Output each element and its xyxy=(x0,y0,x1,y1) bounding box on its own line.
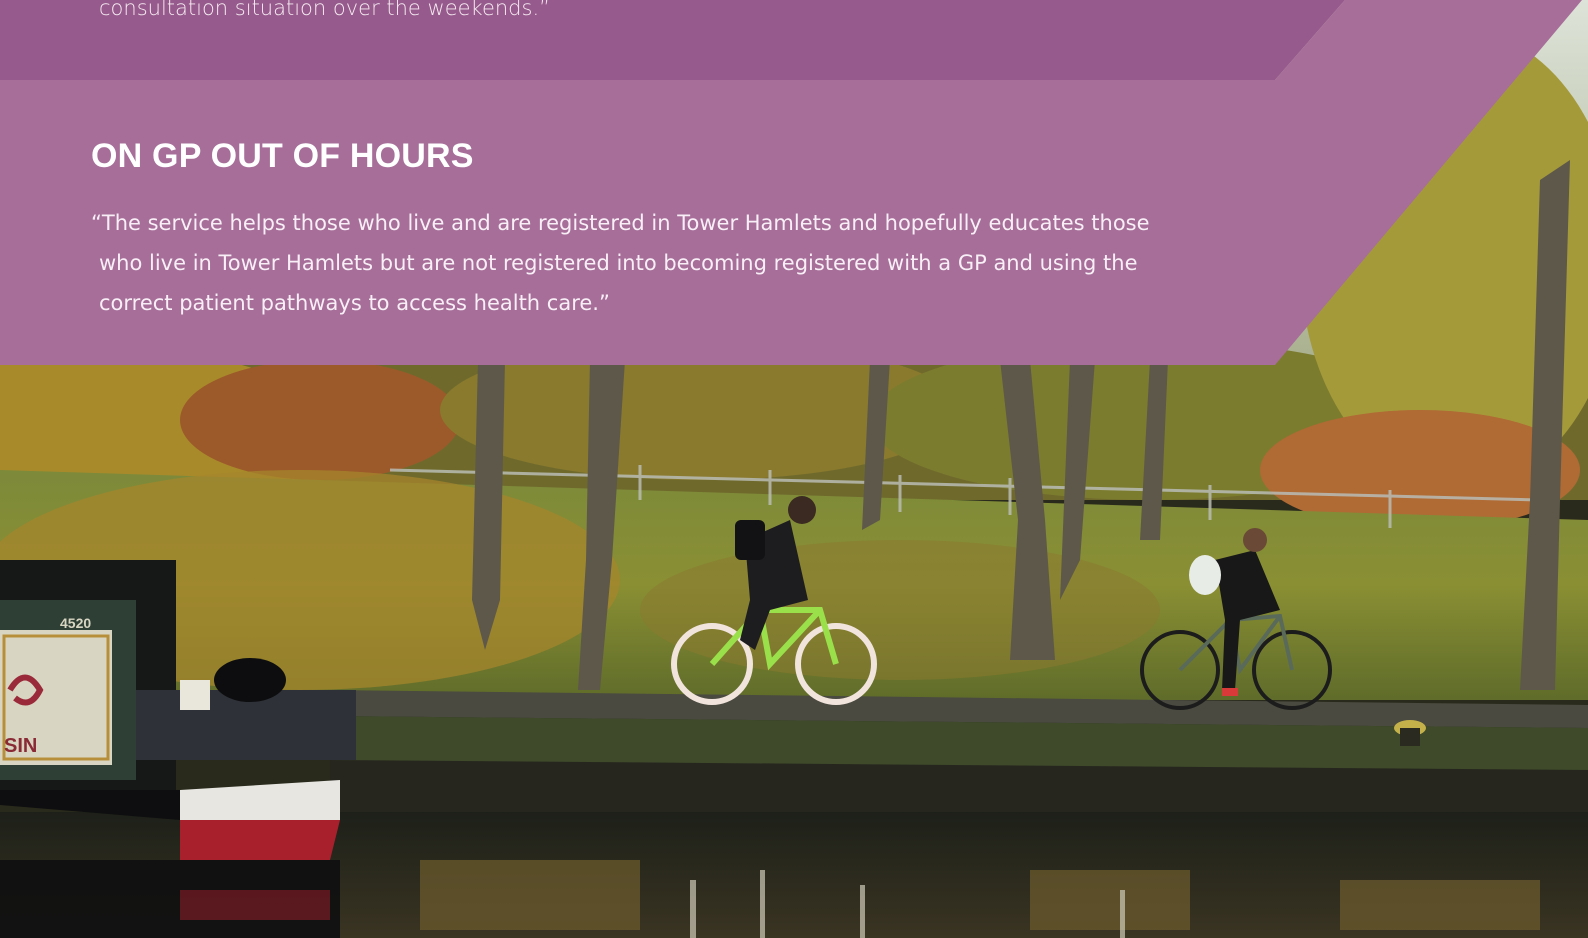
quote-line-3: correct patient pathways to access healt… xyxy=(99,291,610,315)
previous-quote-ending: consultation situation over the weekends… xyxy=(99,0,1249,28)
boat-number-text: 4520 xyxy=(60,615,91,631)
previous-quote-line: consultation situation over the weekends… xyxy=(99,0,551,20)
section-heading: ON GP OUT OF HOURS xyxy=(91,137,474,175)
section-quote: “The service helps those who live and ar… xyxy=(91,203,1251,323)
quote-line-1: “The service helps those who live and ar… xyxy=(91,211,1150,235)
boat-sign-text: SIN xyxy=(4,735,37,757)
quote-line-2: who live in Tower Hamlets but are not re… xyxy=(99,251,1138,275)
